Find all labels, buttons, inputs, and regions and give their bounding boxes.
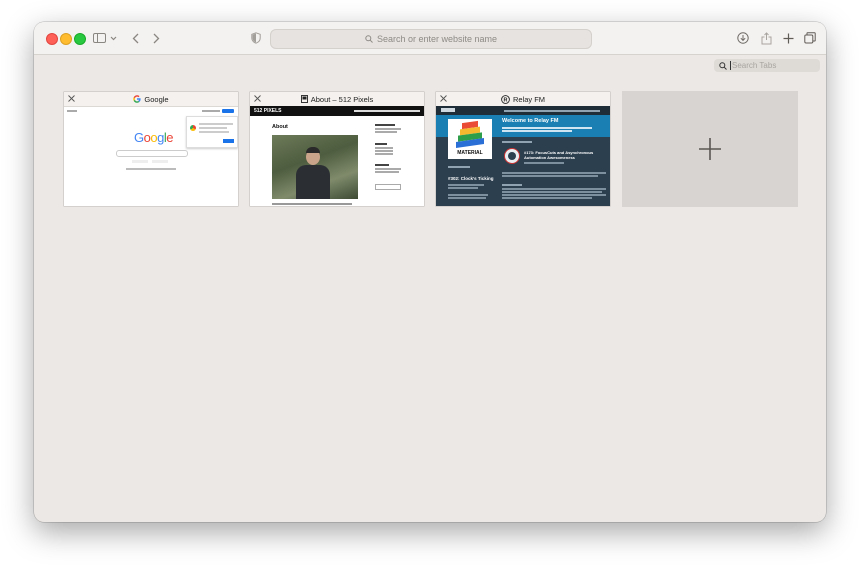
back-icon[interactable] (129, 30, 141, 46)
artwork-label: MATERIAL (457, 150, 483, 156)
hero-text: Welcome to Relay FM (502, 118, 559, 124)
svg-text:R: R (503, 97, 507, 103)
google-logo: Google (134, 130, 173, 145)
tab-title-bar: Google (64, 92, 238, 107)
minimize-window-button[interactable] (60, 33, 72, 45)
tab-title-bar: About – 512 Pixels (250, 92, 424, 107)
share-icon[interactable] (759, 30, 773, 46)
close-window-button[interactable] (46, 33, 58, 45)
toolbar: Search or enter website name (34, 22, 826, 55)
tab-title: Relay FM (512, 94, 546, 104)
episode-title-2: #173: FocusCuts and Asynchronous Automat… (524, 150, 594, 160)
site-name: 512 PIXELS (254, 108, 282, 114)
tab-card-512-pixels[interactable]: About – 512 Pixels 512 PIXELS About (250, 92, 424, 206)
material-artwork: MATERIAL (448, 119, 492, 159)
chevron-down-icon[interactable] (109, 30, 117, 46)
address-bar[interactable]: Search or enter website name (270, 29, 592, 49)
browser-window: Search or enter website name Search Tabs (34, 22, 826, 522)
site-header: 512 PIXELS (250, 106, 424, 116)
tab-card-relay-fm[interactable]: R Relay FM Welcome to Relay FM MATERIAL (436, 92, 610, 206)
forward-icon[interactable] (150, 30, 162, 46)
sidebar-icon[interactable] (92, 30, 106, 46)
chrome-promo-popup (186, 116, 238, 148)
relay-fm-icon: R (501, 94, 510, 104)
google-g-icon (133, 95, 142, 103)
site-header (436, 106, 610, 115)
search-icon (719, 61, 727, 70)
new-tab-card[interactable] (622, 91, 798, 207)
search-tabs-placeholder: Search Tabs (732, 61, 777, 70)
address-placeholder: Search or enter website name (376, 34, 498, 44)
page-preview: Welcome to Relay FM MATERIAL #302: Clock… (436, 106, 610, 206)
tab-card-google[interactable]: Google Google (64, 92, 238, 206)
new-tab-icon[interactable] (781, 30, 795, 46)
text-caret (730, 61, 731, 70)
search-field (375, 184, 401, 190)
search-tabs-field[interactable]: Search Tabs (714, 59, 820, 72)
downloads-icon[interactable] (736, 30, 750, 46)
close-tab-icon[interactable] (440, 95, 447, 104)
zoom-window-button[interactable] (74, 33, 86, 45)
512-pixels-icon (300, 95, 308, 103)
tab-title: About – 512 Pixels (310, 94, 374, 104)
privacy-shield-icon[interactable] (250, 30, 262, 46)
tab-overview-icon[interactable] (803, 30, 817, 46)
page-preview: Google (64, 106, 238, 206)
google-search-box (116, 150, 188, 157)
plus-icon (699, 138, 721, 160)
episode-artwork (504, 148, 520, 164)
author-photo (272, 135, 358, 199)
page-heading: About (272, 124, 288, 130)
close-tab-icon[interactable] (68, 95, 75, 104)
tab-title: Google (144, 94, 169, 104)
page-preview: 512 PIXELS About (250, 106, 424, 206)
episode-title: #302: Clock’s Ticking (448, 176, 494, 181)
tab-title-bar: R Relay FM (436, 92, 610, 107)
close-tab-icon[interactable] (254, 95, 261, 104)
search-icon (365, 35, 373, 43)
